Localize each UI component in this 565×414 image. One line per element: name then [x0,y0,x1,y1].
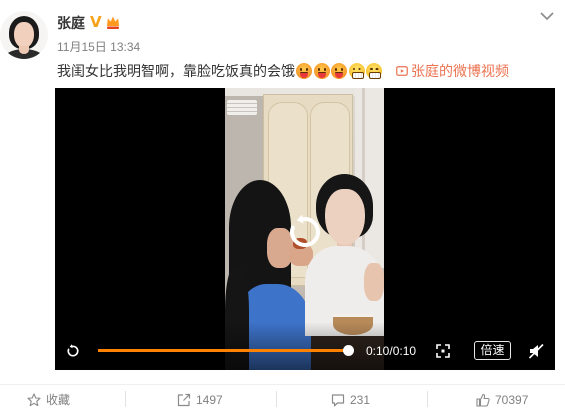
video-player[interactable]: 0:10/0:10 倍速 [55,88,555,370]
replay-button-icon[interactable] [65,343,81,359]
emoji-group [296,63,382,79]
comment-icon-bubble [331,394,345,407]
like-button[interactable]: 70397 [476,388,528,412]
share-icon-arrow [183,393,191,401]
grin-teeth-emoji-icon [366,63,382,79]
playback-time: 0:10/0:10 [366,344,417,358]
thumbs-up-icon [476,393,490,407]
replay-button-icon-arrowhead [69,344,73,349]
comment-button[interactable]: 231 [331,388,370,412]
replay-button-icon-arc [67,345,79,357]
frame-woman-hand [364,263,384,301]
video-icon-play [400,69,404,73]
replay-icon-arc [290,217,320,247]
replay-icon-arrowhead [296,214,304,224]
vip-crown-icon-shape [107,16,119,26]
progress-fill [98,349,348,352]
tongue-out-emoji-icon [331,63,347,79]
action-separator [427,391,428,407]
post-content: 我闺女比我明智啊，靠脸吃饭真的会饿 张庭的微博视频 [57,61,509,81]
fullscreen-icon-center [441,349,445,353]
action-separator [125,391,126,407]
chevron-down-icon-shape [540,12,554,21]
comment-count: 231 [350,393,371,407]
vip-crown-icon-base [107,26,119,29]
vip-crown-icon[interactable] [105,14,121,30]
tongue-out-emoji-icon [296,63,312,79]
verified-v-icon[interactable]: V [90,14,102,31]
like-count: 70397 [495,393,529,407]
progress-knob[interactable] [343,345,354,356]
grin-teeth-emoji-icon [348,63,365,79]
avatar-face [14,22,34,48]
volume-muted-icon[interactable] [528,343,544,359]
action-separator [276,391,277,407]
share-icon [177,393,191,407]
favorite-label: 收藏 [46,393,71,407]
video-link-text: 张庭的微博视频 [411,63,509,79]
thumbs-up-icon-hand [479,393,490,407]
thumbs-up-icon-cuff [476,398,481,407]
chevron-down-icon[interactable] [540,12,554,21]
video-link[interactable]: 张庭的微博视频 [396,61,509,81]
avatar[interactable] [0,11,48,59]
tongue-out-emoji-icon [313,63,330,79]
favorite-button[interactable]: 收藏 [27,388,70,412]
replay-icon[interactable] [283,210,327,254]
progress-bar[interactable] [98,345,354,356]
post-time[interactable]: 11月15日 13:34 [57,40,140,54]
fullscreen-icon[interactable] [436,344,450,358]
frame-woman-face [325,189,365,245]
comment-icon [331,394,345,407]
action-bar-divider [0,384,565,385]
author-name[interactable]: 张庭 [57,15,85,31]
repost-count: 1497 [196,393,223,407]
frame-door-edge [362,88,365,268]
post-text: 我闺女比我明智啊，靠脸吃饭真的会饿 [57,63,295,79]
star-icon-shape [27,393,41,407]
repost-button[interactable]: 1497 [177,388,223,412]
star-icon [27,393,41,407]
speed-button[interactable]: 倍速 [474,341,511,360]
frame-air-conditioner [227,100,257,115]
video-icon [396,66,408,76]
avatar-neck [19,46,29,54]
